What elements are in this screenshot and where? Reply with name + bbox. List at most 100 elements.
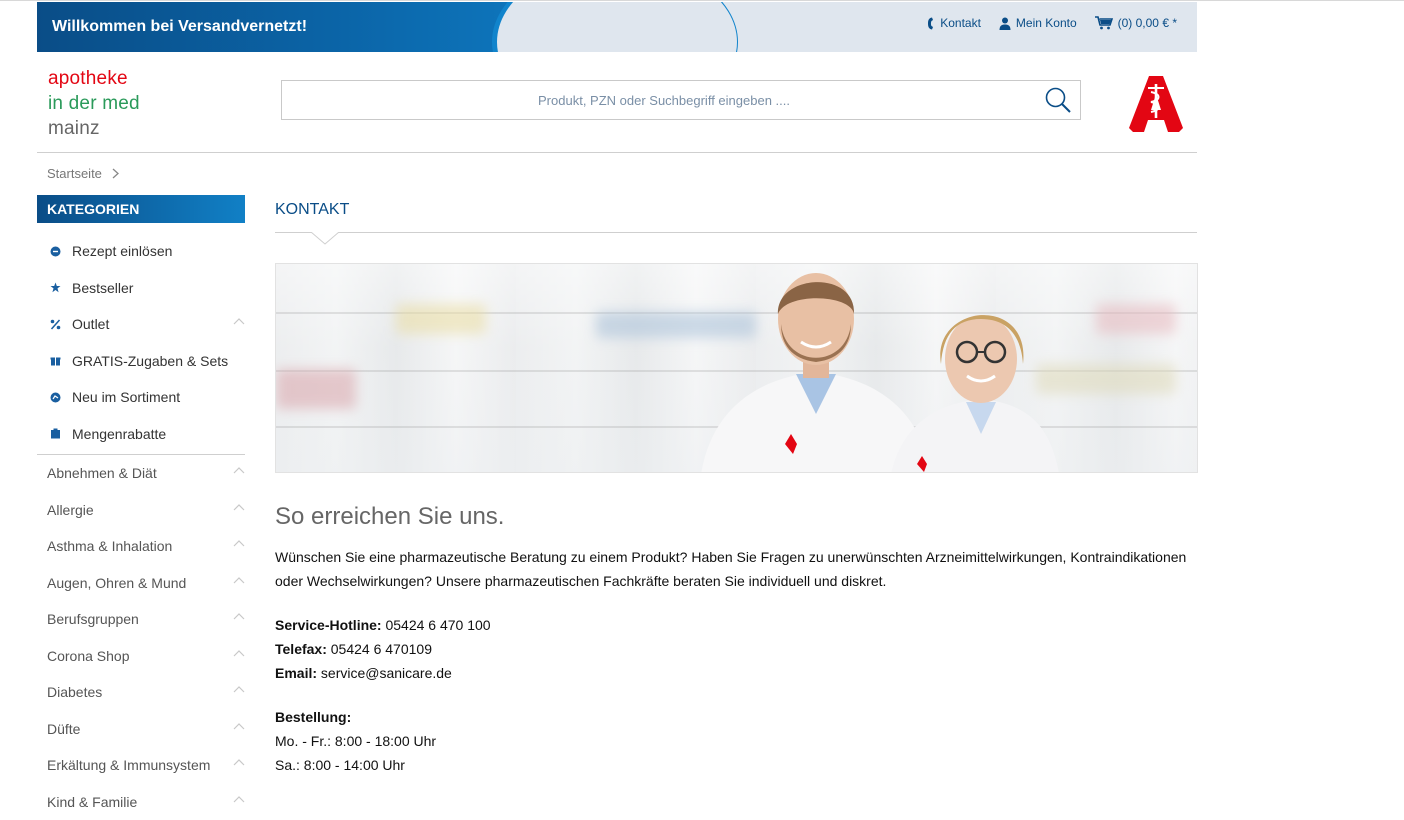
pharmacists-illustration: [691, 264, 1061, 473]
phone-icon: [927, 17, 935, 30]
cart-summary: (0) 0,00 € *: [1118, 16, 1177, 30]
hotline-number[interactable]: 05424 6 470 100: [385, 617, 490, 633]
chevron-up-icon[interactable]: [233, 796, 245, 803]
sidebar-item-label: Corona Shop: [47, 648, 130, 664]
email-row: Email: service@sanicare.de: [275, 661, 1197, 685]
cart-link[interactable]: (0) 0,00 € *: [1095, 16, 1177, 30]
chevron-up-icon[interactable]: [233, 318, 245, 325]
search-bar: [281, 80, 1081, 120]
sidebar-item-asthma[interactable]: Asthma & Inhalation: [37, 528, 245, 565]
search-icon: [1044, 86, 1072, 114]
email-address[interactable]: service@sanicare.de: [321, 665, 452, 681]
featured-category-list: Rezept einlösen Bestseller Outlet GRATIS…: [37, 233, 245, 452]
hotline-row: Service-Hotline: 05424 6 470 100: [275, 613, 1197, 637]
contact-link[interactable]: Kontakt: [927, 16, 981, 30]
contact-details: Service-Hotline: 05424 6 470 100 Telefax…: [275, 613, 1197, 777]
fax-label: Telefax:: [275, 641, 327, 657]
sidebar-item-augen[interactable]: Augen, Ohren & Mund: [37, 565, 245, 602]
category-list: Abnehmen & Diät Allergie Asthma & Inhala…: [37, 455, 245, 820]
order-label: Bestellung:: [275, 709, 351, 725]
bag-icon: [48, 427, 62, 441]
chevron-up-icon[interactable]: [233, 723, 245, 730]
sidebar-item-label: Allergie: [47, 502, 94, 518]
breadcrumb-home[interactable]: Startseite: [47, 166, 102, 181]
hero-image-pharmacists: [275, 263, 1198, 473]
prescription-icon: [48, 244, 62, 258]
hours-weekday: Mo. - Fr.: 8:00 - 18:00 Uhr: [275, 729, 1197, 753]
sidebar-item-gratis[interactable]: GRATIS-Zugaben & Sets: [37, 343, 245, 380]
sidebar-item-duefte[interactable]: Düfte: [37, 711, 245, 748]
pharmacy-logo[interactable]: apotheke in der med mainz: [48, 66, 140, 141]
shelf-product-blur: [1096, 304, 1176, 334]
site-header: apotheke in der med mainz: [37, 52, 1197, 153]
account-link-label: Mein Konto: [1016, 16, 1077, 30]
sidebar-item-label: Berufsgruppen: [47, 611, 139, 627]
sidebar-item-label: Augen, Ohren & Mund: [47, 575, 186, 591]
title-divider: [275, 232, 1197, 233]
search-input[interactable]: [292, 81, 1036, 119]
sidebar-item-corona[interactable]: Corona Shop: [37, 638, 245, 675]
logo-line-2: in der med: [48, 91, 140, 116]
category-sidebar: KATEGORIEN Rezept einlösen Bestseller Ou…: [37, 195, 245, 820]
sidebar-item-neu[interactable]: Neu im Sortiment: [37, 379, 245, 416]
sidebar-item-rezept[interactable]: Rezept einlösen: [37, 233, 245, 270]
welcome-text: Willkommen bei Versandvernetzt!: [52, 18, 307, 36]
contact-link-label: Kontakt: [940, 16, 981, 30]
shelf-product-blur: [396, 304, 486, 334]
logo-line-1: apotheke: [48, 66, 140, 91]
new-badge-icon: [48, 390, 62, 404]
search-button[interactable]: [1044, 86, 1072, 119]
sidebar-item-allergie[interactable]: Allergie: [37, 492, 245, 529]
user-icon: [999, 17, 1011, 30]
sidebar-item-label: Kind & Familie: [47, 794, 137, 810]
chevron-up-icon[interactable]: [233, 467, 245, 474]
chevron-up-icon[interactable]: [233, 650, 245, 657]
sidebar-item-label: Rezept einlösen: [72, 243, 172, 259]
sidebar-item-kind[interactable]: Kind & Familie: [37, 784, 245, 820]
chevron-up-icon[interactable]: [233, 613, 245, 620]
cart-icon: [1095, 16, 1113, 30]
sidebar-item-bestseller[interactable]: Bestseller: [37, 270, 245, 307]
percent-icon: [48, 317, 62, 331]
hotline-label: Service-Hotline:: [275, 617, 382, 633]
breadcrumb: Startseite: [47, 166, 119, 181]
sidebar-item-outlet[interactable]: Outlet: [37, 306, 245, 343]
page-title: KONTAKT: [275, 195, 1197, 232]
order-hours-heading: Bestellung:: [275, 705, 1197, 729]
top-links: Kontakt Mein Konto (0) 0,00 € *: [909, 16, 1177, 30]
chevron-up-icon[interactable]: [233, 504, 245, 511]
sidebar-item-label: Düfte: [47, 721, 80, 737]
shelf-product-blur: [276, 369, 356, 409]
sidebar-item-label: Asthma & Inhalation: [47, 538, 172, 554]
chevron-up-icon[interactable]: [233, 686, 245, 693]
sidebar-item-label: Neu im Sortiment: [72, 389, 180, 405]
sidebar-item-berufsgruppen[interactable]: Berufsgruppen: [37, 601, 245, 638]
sidebar-item-erkaeltung[interactable]: Erkältung & Immunsystem: [37, 747, 245, 784]
sidebar-item-mengenrabatte[interactable]: Mengenrabatte: [37, 416, 245, 453]
email-label: Email:: [275, 665, 317, 681]
top-divider: [0, 0, 1404, 1]
sidebar-item-label: Erkältung & Immunsystem: [47, 757, 210, 773]
chevron-right-icon: [112, 168, 119, 179]
sidebar-item-abnehmen[interactable]: Abnehmen & Diät: [37, 455, 245, 492]
spacer: [275, 685, 1197, 705]
divider-notch: [311, 232, 339, 245]
fax-number: 05424 6 470109: [331, 641, 432, 657]
chevron-up-icon[interactable]: [233, 759, 245, 766]
account-link[interactable]: Mein Konto: [999, 16, 1077, 30]
logo-line-3: mainz: [48, 116, 140, 141]
contact-intro-text: Wünschen Sie eine pharmazeutische Beratu…: [275, 545, 1195, 593]
sidebar-item-diabetes[interactable]: Diabetes: [37, 674, 245, 711]
sidebar-item-label: Bestseller: [72, 280, 133, 296]
sidebar-item-label: Mengenrabatte: [72, 426, 166, 442]
chevron-up-icon[interactable]: [233, 577, 245, 584]
apotheke-a-logo: [1127, 74, 1185, 139]
hours-saturday: Sa.: 8:00 - 14:00 Uhr: [275, 753, 1197, 777]
fax-row: Telefax: 05424 6 470109: [275, 637, 1197, 661]
contact-subheading: So erreichen Sie uns.: [275, 503, 1197, 531]
banner-curve: [497, 2, 737, 52]
main-content: KONTAKT: [275, 195, 1197, 777]
star-icon: [48, 281, 62, 295]
sidebar-item-label: Abnehmen & Diät: [47, 465, 157, 481]
chevron-up-icon[interactable]: [233, 540, 245, 547]
